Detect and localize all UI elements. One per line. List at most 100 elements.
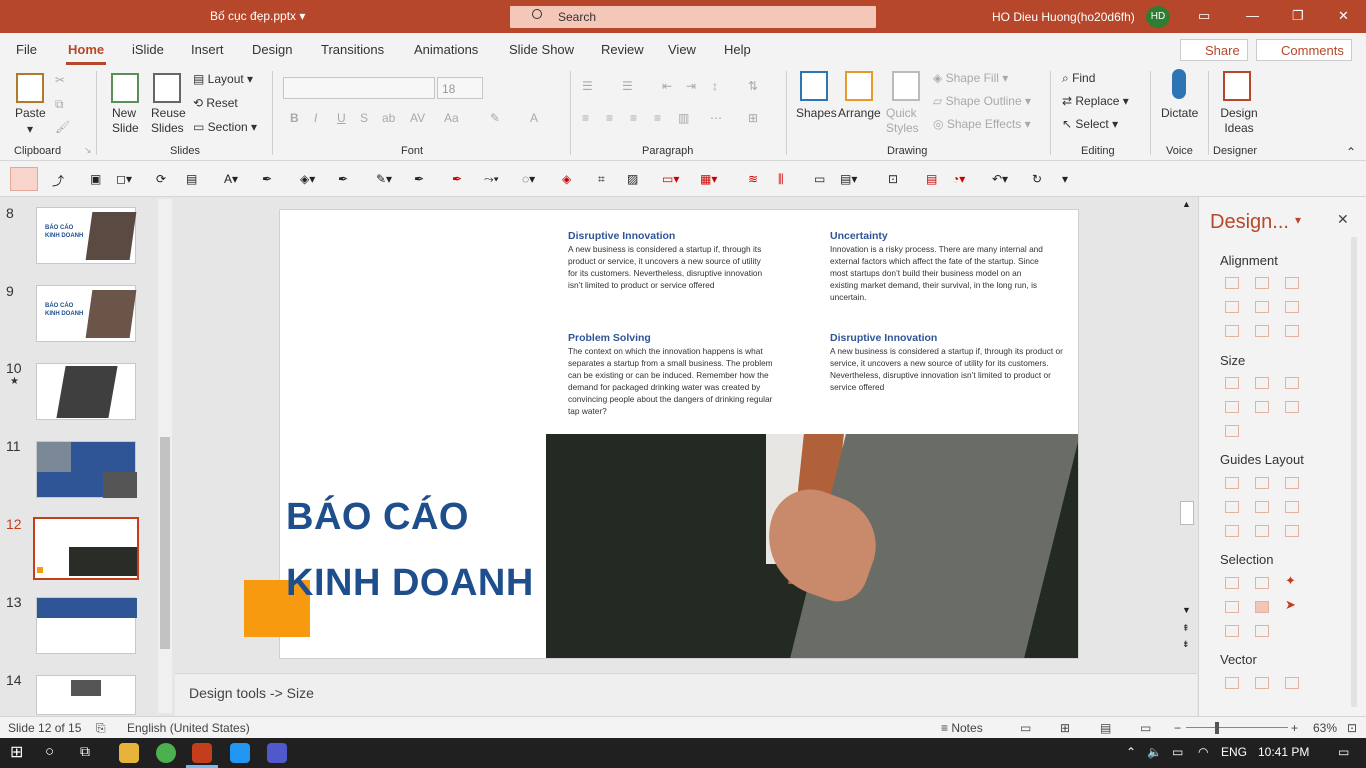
eyedropper-fill-icon[interactable]: ✒ (338, 172, 354, 186)
zalo-icon[interactable] (230, 743, 250, 763)
guide-fill-v-icon[interactable] (1255, 525, 1269, 537)
same-size-icon[interactable] (1285, 377, 1299, 389)
zoom-level[interactable]: 63% (1313, 721, 1337, 735)
search-taskbar-icon[interactable]: ○ (45, 743, 54, 760)
notes-pane[interactable]: Design tools -> Size (175, 673, 1197, 716)
format-painter-icon[interactable]: 🖌 (55, 120, 70, 134)
search-box[interactable]: Search (510, 6, 876, 28)
zoom-out-icon[interactable]: − (1174, 721, 1181, 735)
tab-animations[interactable]: Animations (414, 42, 478, 57)
select-similar-icon[interactable] (1255, 577, 1269, 589)
pane-scrollbar[interactable] (1351, 237, 1357, 707)
align-bottom-tool-icon[interactable] (1285, 301, 1299, 313)
reuse-slides-icon[interactable] (153, 73, 181, 103)
guide-fill-icon[interactable] (1285, 525, 1299, 537)
select-clear-icon[interactable] (1255, 625, 1269, 637)
select-same-icon[interactable] (1225, 577, 1239, 589)
input-language[interactable]: ENG (1221, 745, 1247, 759)
tab-home[interactable]: Home (68, 42, 104, 57)
vector-intersect-icon[interactable] (1285, 677, 1299, 689)
smartart-icon[interactable]: ⊞ (748, 111, 758, 125)
textbox-icon[interactable]: ▣ (90, 172, 106, 186)
file-name[interactable]: Bố cục đẹp.pptx ▾ (210, 9, 305, 23)
slide-scrollbar[interactable]: ▲ ▼ ⇞ ⇟ (1179, 197, 1195, 673)
normal-view-button[interactable]: ▭ (1020, 721, 1031, 735)
shape-icon[interactable]: ◻▾ (116, 172, 132, 186)
scroll-up-icon[interactable]: ▲ (1182, 199, 1191, 209)
layout-tool-icon[interactable]: ▤▾ (840, 172, 857, 186)
highlight-icon[interactable]: ✎ (490, 111, 500, 125)
replace-button[interactable]: ⇄ Replace ▾ (1062, 94, 1129, 108)
wifi-icon[interactable]: ◠ (1198, 745, 1208, 759)
paste-dropdown-icon[interactable]: ▾ (27, 122, 33, 136)
slide-title-line-2-overlay[interactable]: KINH DOANH (286, 562, 534, 605)
shape-effects-button[interactable]: ◎ Shape Effects ▾ (933, 117, 1031, 131)
select-invert-icon[interactable] (1225, 625, 1239, 637)
comments-button[interactable]: Comments (1256, 39, 1352, 61)
format-painter-tool-icon[interactable]: ✒ (452, 172, 468, 186)
normal-view-icon[interactable] (10, 167, 38, 191)
shapes-button[interactable]: Shapes (796, 106, 837, 120)
size-extra-icon[interactable] (1225, 425, 1239, 437)
zoom-in-icon[interactable]: + (1291, 721, 1298, 735)
underline-icon[interactable]: U (337, 111, 346, 125)
thumbnail-slide-13[interactable] (36, 597, 137, 654)
text-block[interactable]: Problem Solving The context on which the… (568, 332, 788, 417)
magic-wand-icon[interactable]: ✦ (1285, 573, 1296, 589)
grid-icon[interactable]: ▦▾ (700, 172, 717, 186)
guide-left-icon[interactable] (1225, 477, 1239, 489)
guide-top-icon[interactable] (1225, 501, 1239, 513)
tab-view[interactable]: View (668, 42, 696, 57)
new-slide-button[interactable]: New Slide (112, 106, 142, 136)
guide-fill-h-icon[interactable] (1225, 525, 1239, 537)
redo-icon[interactable]: ↻ (1032, 172, 1048, 186)
crop-icon[interactable]: ⌗ (598, 172, 614, 186)
pane-close-icon[interactable]: ✕ (1337, 211, 1349, 228)
notifications-icon[interactable]: ▭ (1338, 745, 1349, 759)
thumbnail-slide-14[interactable] (36, 675, 136, 715)
thumbnail-slide-10[interactable] (36, 363, 136, 420)
design-ideas-button[interactable]: Design Ideas (1219, 106, 1259, 136)
fit-slide-icon[interactable]: ⊡ (1347, 721, 1357, 735)
align-text-icon[interactable]: ⋯ (710, 111, 722, 125)
thumbnail-slide-11[interactable] (36, 441, 137, 498)
tab-review[interactable]: Review (601, 42, 644, 57)
slide-sorter-icon[interactable]: ⊞ (1060, 721, 1070, 735)
tab-islide[interactable]: iSlide (132, 42, 164, 57)
select-group-icon[interactable] (1225, 601, 1239, 613)
paste-button[interactable]: Paste (15, 106, 46, 120)
task-view-icon[interactable]: ⧉ (80, 743, 90, 760)
change-case-icon[interactable]: Aa (444, 111, 459, 125)
font-size-box[interactable]: 18 (437, 77, 483, 99)
shape-fill-button[interactable]: ◈ Shape Fill ▾ (933, 71, 1008, 85)
frame-icon[interactable]: ▭ (814, 172, 830, 186)
tab-design[interactable]: Design (252, 42, 292, 57)
numbering-icon[interactable]: ☰ (622, 79, 633, 93)
align-right-tool-icon[interactable] (1285, 277, 1299, 289)
distribute-h-tool-icon[interactable] (1225, 325, 1239, 337)
shadow-tool-icon[interactable]: ◌▾ (522, 172, 538, 186)
font-color-icon[interactable]: A (530, 111, 538, 125)
align-expand-tool-icon[interactable] (1285, 325, 1299, 337)
image-icon[interactable]: ▤ (186, 172, 202, 186)
share-button[interactable]: Share (1180, 39, 1248, 61)
shape-outline-button[interactable]: ▱ Shape Outline ▾ (933, 94, 1031, 108)
slide-show-icon[interactable]: ▭ (1140, 721, 1151, 735)
strikethrough-icon[interactable]: ab (382, 111, 395, 125)
select-pointer-icon[interactable]: ➤ (1285, 597, 1296, 613)
guide-middle-icon[interactable] (1255, 501, 1269, 513)
pane-dropdown-icon[interactable]: ▾ (1295, 213, 1301, 227)
thumbnail-slide-8[interactable]: BÁO CÁO KINH DOANH (36, 207, 137, 264)
user-name[interactable]: HO Dieu Huong(ho20d6fh) (992, 10, 1135, 24)
ribbon-display-icon[interactable]: ▭ (1198, 8, 1210, 24)
increase-indent-icon[interactable]: ⇥ (686, 79, 696, 93)
new-slide-icon[interactable] (111, 73, 139, 103)
vector-combine-icon[interactable] (1255, 677, 1269, 689)
char-spacing-icon[interactable]: AV (410, 111, 425, 125)
sync-icon[interactable]: ⟳ (156, 172, 172, 186)
align-right-icon[interactable]: ≡ (630, 111, 637, 125)
text-block[interactable]: Disruptive Innovation A new business is … (568, 230, 788, 291)
clipboard-launcher-icon[interactable]: ↘ (84, 145, 92, 156)
windows-start-icon[interactable]: ⊞ (10, 742, 23, 762)
bullets-icon[interactable]: ☰ (582, 79, 593, 93)
